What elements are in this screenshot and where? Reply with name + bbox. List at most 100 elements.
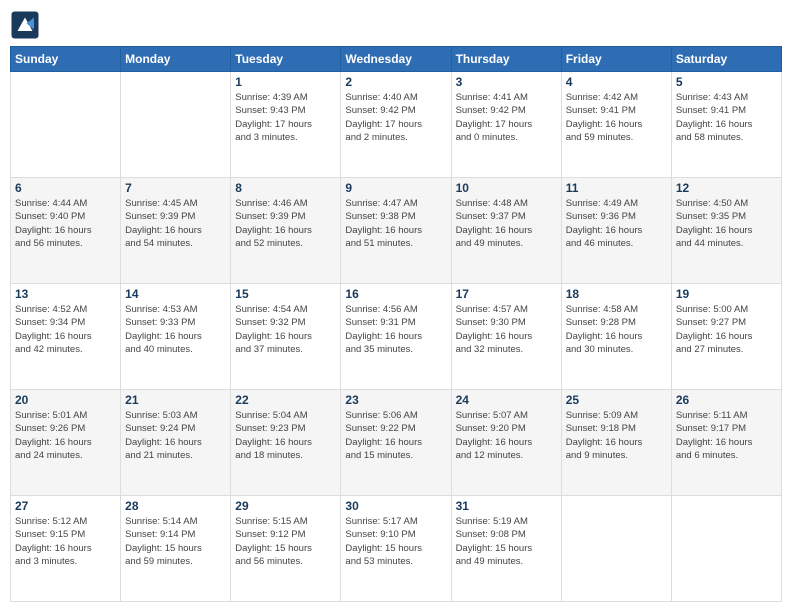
day-cell: 25Sunrise: 5:09 AMSunset: 9:18 PMDayligh… (561, 390, 671, 496)
day-cell: 7 Sunrise: 4:45 AMSunset: 9:39 PMDaylight… (121, 178, 231, 284)
day-header-thursday: Thursday (451, 47, 561, 72)
day-header-friday: Friday (561, 47, 671, 72)
header-row: SundayMondayTuesdayWednesdayThursdayFrid… (11, 47, 782, 72)
day-number: 23 (345, 393, 446, 407)
day-number: 4 (566, 75, 667, 89)
week-row-4: 20Sunrise: 5:01 AMSunset: 9:26 PMDayligh… (11, 390, 782, 496)
day-info: Sunrise: 5:17 AMSunset: 9:10 PMDaylight:… (345, 515, 446, 568)
day-info: Sunrise: 4:45 AMSunset: 9:39 PMDaylight:… (125, 197, 226, 250)
day-cell: 9 Sunrise: 4:47 AMSunset: 9:38 PMDaylight… (341, 178, 451, 284)
day-number: 18 (566, 287, 667, 301)
day-number: 1 (235, 75, 336, 89)
day-header-saturday: Saturday (671, 47, 781, 72)
day-cell: 10Sunrise: 4:48 AMSunset: 9:37 PMDayligh… (451, 178, 561, 284)
logo (10, 10, 44, 40)
day-cell: 24 Sunrise: 5:07 AMSunset: 9:20 PMDayligh… (451, 390, 561, 496)
day-cell: 30 Sunrise: 5:17 AMSunset: 9:10 PMDayligh… (341, 496, 451, 602)
day-cell: 29Sunrise: 5:15 AMSunset: 9:12 PMDayligh… (231, 496, 341, 602)
day-cell: 16 Sunrise: 4:56 AMSunset: 9:31 PMDayligh… (341, 284, 451, 390)
day-info: Sunrise: 5:01 AMSunset: 9:26 PMDaylight:… (15, 409, 116, 462)
day-number: 28 (125, 499, 226, 513)
day-cell: 28 Sunrise: 5:14 AMSunset: 9:14 PMDayligh… (121, 496, 231, 602)
day-info: Sunrise: 4:48 AMSunset: 9:37 PMDaylight:… (456, 197, 557, 250)
calendar-header: SundayMondayTuesdayWednesdayThursdayFrid… (11, 47, 782, 72)
day-number: 7 (125, 181, 226, 195)
week-row-1: 1 Sunrise: 4:39 AMSunset: 9:43 PMDaylight… (11, 72, 782, 178)
day-cell: 31 Sunrise: 5:19 AMSunset: 9:08 PMDayligh… (451, 496, 561, 602)
day-info: Sunrise: 4:58 AMSunset: 9:28 PMDaylight:… (566, 303, 667, 356)
day-cell (11, 72, 121, 178)
day-info: Sunrise: 4:49 AMSunset: 9:36 PMDaylight:… (566, 197, 667, 250)
day-cell: 4 Sunrise: 4:42 AMSunset: 9:41 PMDaylight… (561, 72, 671, 178)
day-number: 12 (676, 181, 777, 195)
day-cell: 8 Sunrise: 4:46 AMSunset: 9:39 PMDaylight… (231, 178, 341, 284)
day-info: Sunrise: 4:46 AMSunset: 9:39 PMDaylight:… (235, 197, 336, 250)
day-header-sunday: Sunday (11, 47, 121, 72)
day-cell: 3Sunrise: 4:41 AMSunset: 9:42 PMDaylight… (451, 72, 561, 178)
day-info: Sunrise: 5:06 AMSunset: 9:22 PMDaylight:… (345, 409, 446, 462)
day-info: Sunrise: 5:11 AMSunset: 9:17 PMDaylight:… (676, 409, 777, 462)
logo-icon (10, 10, 40, 40)
day-info: Sunrise: 5:07 AMSunset: 9:20 PMDaylight:… (456, 409, 557, 462)
day-header-tuesday: Tuesday (231, 47, 341, 72)
day-cell: 13 Sunrise: 4:52 AMSunset: 9:34 PMDayligh… (11, 284, 121, 390)
day-number: 24 (456, 393, 557, 407)
day-info: Sunrise: 4:47 AMSunset: 9:38 PMDaylight:… (345, 197, 446, 250)
day-info: Sunrise: 5:00 AMSunset: 9:27 PMDaylight:… (676, 303, 777, 356)
day-cell: 26 Sunrise: 5:11 AMSunset: 9:17 PMDayligh… (671, 390, 781, 496)
day-number: 2 (345, 75, 446, 89)
day-number: 14 (125, 287, 226, 301)
day-cell: 14Sunrise: 4:53 AMSunset: 9:33 PMDayligh… (121, 284, 231, 390)
day-number: 30 (345, 499, 446, 513)
day-number: 11 (566, 181, 667, 195)
day-info: Sunrise: 4:40 AMSunset: 9:42 PMDaylight:… (345, 91, 446, 144)
day-info: Sunrise: 5:03 AMSunset: 9:24 PMDaylight:… (125, 409, 226, 462)
day-info: Sunrise: 4:50 AMSunset: 9:35 PMDaylight:… (676, 197, 777, 250)
calendar: SundayMondayTuesdayWednesdayThursdayFrid… (10, 46, 782, 602)
day-cell: 21 Sunrise: 5:03 AMSunset: 9:24 PMDayligh… (121, 390, 231, 496)
day-info: Sunrise: 5:15 AMSunset: 9:12 PMDaylight:… (235, 515, 336, 568)
day-cell: 1 Sunrise: 4:39 AMSunset: 9:43 PMDaylight… (231, 72, 341, 178)
day-number: 31 (456, 499, 557, 513)
day-cell: 15 Sunrise: 4:54 AMSunset: 9:32 PMDayligh… (231, 284, 341, 390)
day-info: Sunrise: 4:54 AMSunset: 9:32 PMDaylight:… (235, 303, 336, 356)
day-number: 6 (15, 181, 116, 195)
day-cell (121, 72, 231, 178)
day-info: Sunrise: 4:42 AMSunset: 9:41 PMDaylight:… (566, 91, 667, 144)
day-info: Sunrise: 5:14 AMSunset: 9:14 PMDaylight:… (125, 515, 226, 568)
day-cell: 20Sunrise: 5:01 AMSunset: 9:26 PMDayligh… (11, 390, 121, 496)
day-header-monday: Monday (121, 47, 231, 72)
day-number: 15 (235, 287, 336, 301)
day-info: Sunrise: 4:56 AMSunset: 9:31 PMDaylight:… (345, 303, 446, 356)
week-row-3: 13 Sunrise: 4:52 AMSunset: 9:34 PMDayligh… (11, 284, 782, 390)
day-number: 21 (125, 393, 226, 407)
day-number: 19 (676, 287, 777, 301)
day-cell: 22 Sunrise: 5:04 AMSunset: 9:23 PMDayligh… (231, 390, 341, 496)
day-number: 27 (15, 499, 116, 513)
header (10, 10, 782, 40)
day-cell: 12 Sunrise: 4:50 AMSunset: 9:35 PMDayligh… (671, 178, 781, 284)
day-info: Sunrise: 4:44 AMSunset: 9:40 PMDaylight:… (15, 197, 116, 250)
day-cell: 19 Sunrise: 5:00 AMSunset: 9:27 PMDayligh… (671, 284, 781, 390)
day-info: Sunrise: 5:19 AMSunset: 9:08 PMDaylight:… (456, 515, 557, 568)
day-cell: 6 Sunrise: 4:44 AMSunset: 9:40 PMDaylight… (11, 178, 121, 284)
day-cell: 27Sunrise: 5:12 AMSunset: 9:15 PMDayligh… (11, 496, 121, 602)
day-info: Sunrise: 4:39 AMSunset: 9:43 PMDaylight:… (235, 91, 336, 144)
day-number: 22 (235, 393, 336, 407)
day-number: 8 (235, 181, 336, 195)
day-number: 26 (676, 393, 777, 407)
day-info: Sunrise: 4:57 AMSunset: 9:30 PMDaylight:… (456, 303, 557, 356)
day-number: 16 (345, 287, 446, 301)
week-row-2: 6 Sunrise: 4:44 AMSunset: 9:40 PMDaylight… (11, 178, 782, 284)
day-info: Sunrise: 4:43 AMSunset: 9:41 PMDaylight:… (676, 91, 777, 144)
day-cell: 17Sunrise: 4:57 AMSunset: 9:30 PMDayligh… (451, 284, 561, 390)
day-info: Sunrise: 5:04 AMSunset: 9:23 PMDaylight:… (235, 409, 336, 462)
day-number: 13 (15, 287, 116, 301)
day-cell: 5 Sunrise: 4:43 AMSunset: 9:41 PMDaylight… (671, 72, 781, 178)
day-info: Sunrise: 4:52 AMSunset: 9:34 PMDaylight:… (15, 303, 116, 356)
day-info: Sunrise: 4:41 AMSunset: 9:42 PMDaylight:… (456, 91, 557, 144)
day-cell: 2 Sunrise: 4:40 AMSunset: 9:42 PMDaylight… (341, 72, 451, 178)
day-number: 5 (676, 75, 777, 89)
day-number: 9 (345, 181, 446, 195)
day-cell: 23 Sunrise: 5:06 AMSunset: 9:22 PMDayligh… (341, 390, 451, 496)
